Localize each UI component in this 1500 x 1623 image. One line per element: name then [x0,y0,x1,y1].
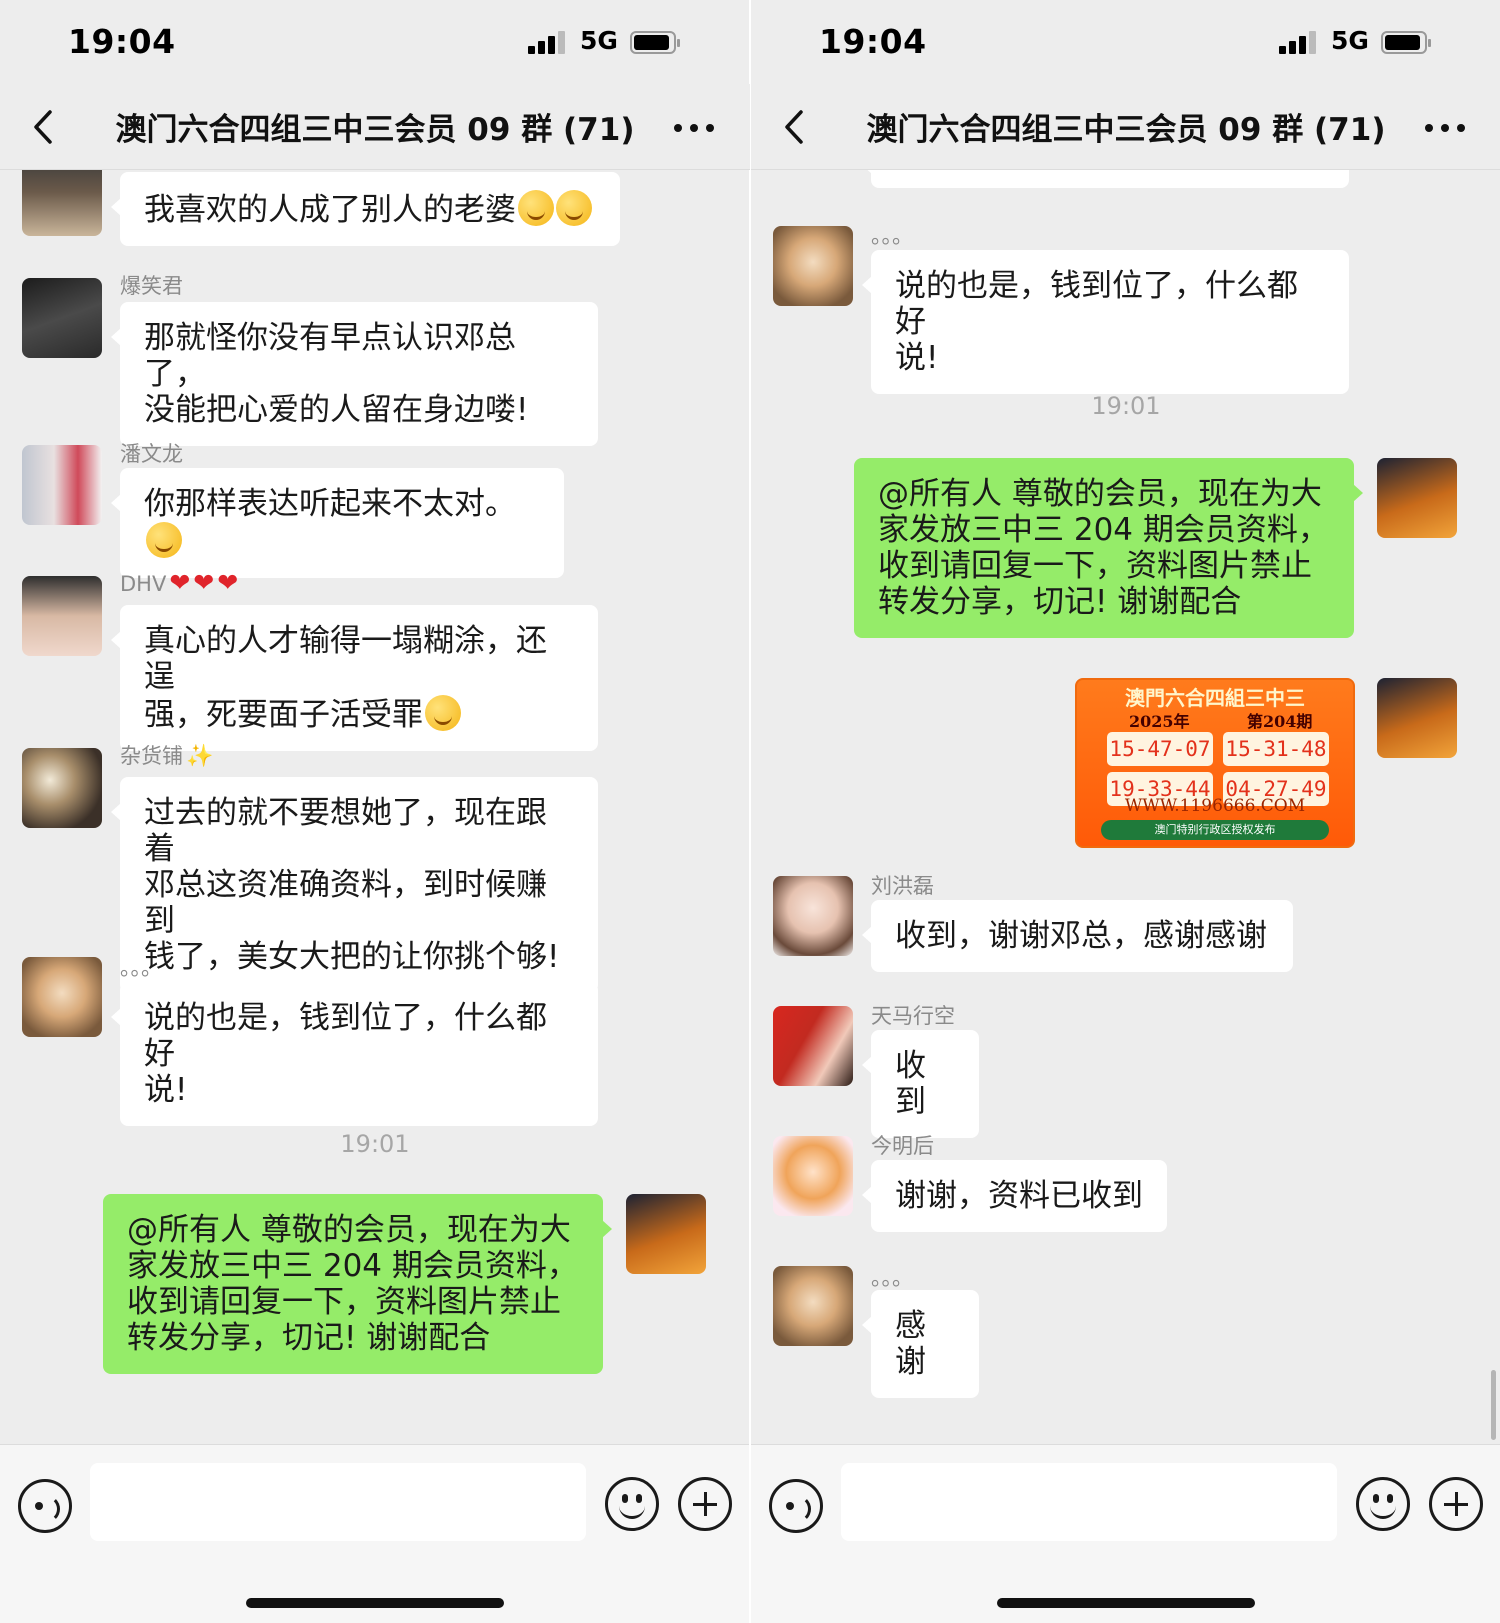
phone-screen-right: 19:04 5G 澳门六合四组三中三会员 09 群 (71) 。。。 说的也是， [751,0,1500,1623]
status-bar: 19:04 5G [751,0,1500,84]
crying-laughing-emoji-icon [518,190,554,226]
avatar[interactable] [1377,678,1457,758]
message-bubble[interactable]: 说的也是，钱到位了，什么都好 说! [862,250,1349,394]
number-cell: 15-47-07 [1107,732,1213,766]
plus-icon[interactable] [678,1477,732,1531]
signal-icon [1279,30,1317,54]
sender-name: 。。。 [871,1266,913,1290]
battery-icon [630,31,680,54]
network-label: 5G [580,26,618,55]
voice-icon[interactable] [769,1479,823,1533]
message-bubble-outgoing[interactable]: @所有人 尊敬的会员，现在为大 家发放三中三 204 期会员资料， 收到请回复一… [103,1194,612,1374]
avatar[interactable] [22,278,102,358]
message-bubble[interactable]: 那就怪你没有早点认识邓总了， 没能把心爱的人留在身边喽! [111,302,598,446]
message-bubble-outgoing[interactable]: @所有人 尊敬的会员，现在为大 家发放三中三 204 期会员资料， 收到请回复一… [854,458,1363,638]
crying-laughing-emoji-icon [556,190,592,226]
sender-name: 爆笑君 [120,274,183,298]
back-icon[interactable] [24,102,70,152]
sender-name: 。。。 [120,956,162,980]
avatar[interactable] [22,748,102,828]
message-bubble[interactable]: 说的也是，钱到位了，什么都好 说! [111,982,598,1126]
message-list[interactable]: 。。。 说的也是，钱到位了，什么都好 说! 19:01 @所有人 尊敬的会员，现… [751,170,1500,1444]
message-bubble[interactable]: 谢谢，资料已收到 [862,1160,1167,1232]
lottery-image[interactable]: 澳門六合四組三中三 2025年 第204期 15-47-07 15-31-48 … [1075,678,1355,848]
message-input[interactable] [90,1463,586,1541]
heart-icon: ❤ [169,568,191,597]
chat-title: 澳门六合四组三中三会员 09 群 (71) [115,112,635,148]
message-bubble[interactable]: 感谢 [862,1290,979,1398]
message-bubble[interactable]: 你那样表达听起来不太对。 [111,468,564,578]
message-input[interactable] [841,1463,1337,1541]
message-bubble[interactable]: 真心的人才输得一塌糊涂，还逞 强，死要面子活受罪 [111,605,598,751]
emoji-icon[interactable] [1356,1477,1410,1531]
sender-name: 潘文龙 [120,442,183,466]
voice-icon[interactable] [18,1479,72,1533]
network-label: 5G [1331,26,1369,55]
back-icon[interactable] [775,102,821,152]
thinking-emoji-icon [146,522,182,558]
status-time: 19:04 [819,22,927,61]
avatar[interactable] [22,957,102,1037]
message-bubble[interactable]: 收到 [862,1030,979,1138]
avatar[interactable] [22,170,102,236]
avatar[interactable] [773,1266,853,1346]
message-bubble[interactable] [862,170,1349,188]
chat-title: 澳门六合四组三中三会员 09 群 (71) [866,112,1386,148]
avatar[interactable] [22,445,102,525]
heart-icon: ❤ [193,568,215,597]
plus-icon[interactable] [1429,1477,1483,1531]
home-indicator [997,1598,1255,1608]
emoji-icon[interactable] [605,1477,659,1531]
sender-name: 。。。 [871,224,913,248]
message-bubble[interactable]: 收到，谢谢邓总，感谢感谢 [862,900,1293,972]
avatar[interactable] [773,876,853,956]
status-time: 19:04 [68,22,176,61]
sender-name: 天马行空 [871,1004,955,1028]
input-toolbar [0,1444,750,1623]
avatar[interactable] [773,1136,853,1216]
phone-screen-left: 19:04 5G 澳门六合四组三中三会员 09 群 (71) 我喜欢的人成了别人… [0,0,750,1623]
more-icon[interactable] [1421,120,1469,136]
battery-icon [1381,31,1431,54]
avatar[interactable] [773,226,853,306]
shushing-emoji-icon [425,695,461,731]
scrollbar[interactable] [1491,1370,1496,1440]
avatar[interactable] [626,1194,706,1274]
screenshot-stage: 19:04 5G 澳门六合四组三中三会员 09 群 (71) 我喜欢的人成了别人… [0,0,1500,1623]
signal-icon [528,30,566,54]
sender-name: 刘洪磊 [871,874,934,898]
avatar[interactable] [773,1006,853,1086]
status-bar: 19:04 5G [0,0,750,84]
message-bubble[interactable]: 我喜欢的人成了别人的老婆 [111,172,620,246]
sender-name: 杂货铺 ✨ [120,744,214,769]
home-indicator [246,1598,504,1608]
avatar[interactable] [1377,458,1457,538]
message-bubble[interactable]: 过去的就不要想她了，现在跟着 邓总这资准确资料，到时候赚到 钱了，美女大把的让你… [111,777,598,993]
more-icon[interactable] [670,120,718,136]
avatar[interactable] [22,576,102,656]
sparkle-icon: ✨ [186,744,214,769]
sender-name: DHV ❤ ❤ ❤ [120,568,239,597]
nav-bar: 澳门六合四组三中三会员 09 群 (71) [751,84,1500,170]
nav-bar: 澳门六合四组三中三会员 09 群 (71) [0,84,750,170]
input-toolbar [751,1444,1500,1623]
heart-icon: ❤ [217,568,239,597]
message-list[interactable]: 我喜欢的人成了别人的老婆 爆笑君 那就怪你没有早点认识邓总了， 没能把心爱的人留… [0,170,750,1444]
number-cell: 15-31-48 [1223,732,1329,766]
timestamp: 19:01 [1091,392,1161,420]
timestamp: 19:01 [340,1130,410,1158]
sender-name: 今明后 [871,1134,934,1158]
